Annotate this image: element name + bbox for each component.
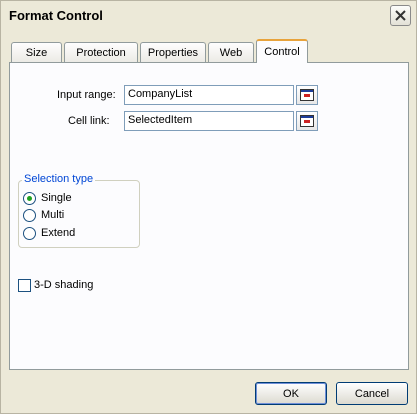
radio-multi-label: Multi bbox=[41, 209, 65, 221]
selection-type-legend: Selection type bbox=[22, 173, 96, 185]
cell-link-picker-button[interactable] bbox=[296, 111, 318, 131]
radio-extend-indicator[interactable] bbox=[23, 226, 36, 240]
dialog-title: Format Control bbox=[9, 8, 103, 23]
close-icon bbox=[395, 10, 406, 21]
input-range-picker-button[interactable] bbox=[296, 85, 318, 105]
radio-extend[interactable]: Extend bbox=[23, 225, 75, 241]
3d-shading-label: 3-D shading bbox=[34, 279, 94, 291]
radio-multi[interactable]: Multi bbox=[23, 207, 64, 223]
range-select-icon bbox=[300, 115, 314, 127]
radio-single-label: Single bbox=[41, 192, 72, 204]
format-control-dialog: Format Control Size Protection Propertie… bbox=[0, 0, 417, 414]
radio-extend-label: Extend bbox=[41, 227, 76, 239]
tab-web[interactable]: Web bbox=[208, 42, 254, 62]
tab-protection[interactable]: Protection bbox=[64, 42, 138, 62]
radio-single[interactable]: Single bbox=[23, 190, 72, 206]
tab-size[interactable]: Size bbox=[11, 42, 62, 62]
radio-multi-indicator[interactable] bbox=[23, 208, 36, 222]
ok-button[interactable]: OK bbox=[255, 382, 327, 405]
cell-link-field[interactable]: SelectedItem bbox=[124, 111, 294, 131]
input-range-label: Input range: bbox=[57, 89, 116, 101]
close-button[interactable] bbox=[390, 5, 411, 26]
tab-properties[interactable]: Properties bbox=[140, 42, 206, 62]
cancel-button[interactable]: Cancel bbox=[336, 382, 408, 405]
radio-single-indicator[interactable] bbox=[23, 191, 36, 205]
cell-link-label: Cell link: bbox=[68, 115, 110, 127]
input-range-field[interactable]: CompanyList bbox=[124, 85, 294, 105]
3d-shading-checkbox[interactable] bbox=[18, 279, 31, 292]
title-bar: Format Control bbox=[1, 1, 416, 31]
tab-control[interactable]: Control bbox=[256, 39, 308, 63]
range-select-icon bbox=[300, 89, 314, 101]
